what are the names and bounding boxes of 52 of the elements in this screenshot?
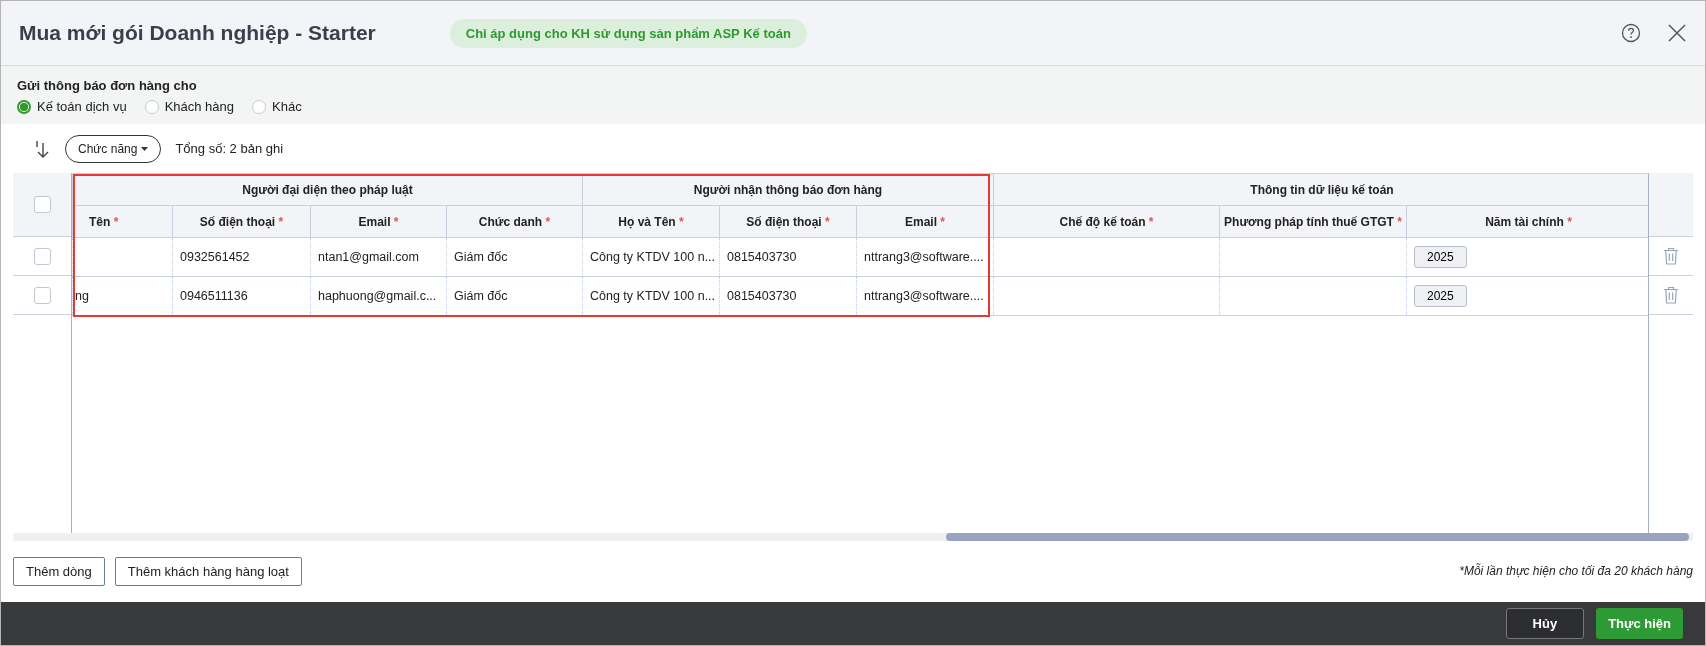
column-header: Họ và Tên * [582,205,720,238]
dialog-title: Mua mới gói Doanh nghiệp - Starter [19,21,376,45]
help-icon[interactable] [1621,23,1641,43]
notify-label: Gửi thông báo đơn hàng cho [17,78,198,93]
fiscal-year-button[interactable]: 2025 [1414,246,1467,269]
add-bulk-button[interactable]: Thêm khách hàng hàng loạt [114,556,302,586]
record-count: Tổng số: 2 bản ghi [175,141,284,157]
trash-icon[interactable] [1663,247,1679,266]
table-cell: nttrang3@software.... [864,250,984,265]
fiscal-year-button[interactable]: 2025 [1414,285,1467,308]
info-badge: Chỉ áp dụng cho KH sử dụng sản phẩm ASP Kế toán [449,18,807,48]
table-cell: ng [75,289,89,304]
submit-button[interactable]: Thực hiện [1596,607,1683,639]
table-cell: ntan1@gmail.com [318,250,419,265]
table-cell: nttrang3@software.... [864,289,984,304]
radio-option[interactable]: Khách hàng [144,99,235,114]
cancel-button[interactable]: Hủy [1505,607,1585,639]
column-header: Số điện thoại * [719,205,857,238]
limit-note: *Mỗi lần thực hiện cho tối đa 20 khách hàng [1459,564,1693,579]
row-checkbox[interactable] [33,286,51,304]
column-header: Email * [856,205,994,238]
column-header: Chế độ kế toán * [993,205,1220,238]
header-cell [1649,173,1693,238]
add-row-button[interactable]: Thêm dòng [13,556,105,586]
column-header: Email * [310,205,447,238]
column-header: Tên * [72,205,173,238]
column-header: Năm tài chính * [1406,205,1648,238]
table-cell: Công ty KTDV 100 n... [590,250,716,265]
column-group-header: Người nhận thông báo đơn hàng [582,173,994,206]
select-all-checkbox[interactable] [33,196,51,214]
column-header: Số điện thoại * [172,205,311,238]
column-group-header: Thông tin dữ liệu kế toán [993,173,1648,206]
close-icon[interactable] [1667,23,1687,43]
table-cell: Giám đốc [454,289,508,304]
table-cell: 0815403730 [727,250,797,265]
table-cell: Giám đốc [454,250,508,265]
table-cell: haphuong@gmail.c... [318,289,437,304]
horizontal-scrollbar[interactable] [13,532,1693,541]
column-header: Chức danh * [446,205,583,238]
column-group-header: Người đại diện theo pháp luật [72,173,583,206]
table-cell: 0946511136 [180,289,248,304]
caret-icon [141,146,149,151]
table-cell: Công ty KTDV 100 n... [590,289,716,304]
row-checkbox[interactable] [33,247,51,265]
radio-option[interactable]: Khác [252,99,302,114]
radio-option[interactable]: Kế toán dịch vụ [17,99,127,114]
table-cell: 0815403730 [727,289,797,304]
function-menu-button[interactable]: Chức năng [65,134,162,163]
trash-icon[interactable] [1663,286,1679,305]
sort-arrow-icon[interactable] [35,138,51,159]
column-header: Phương pháp tính thuế GTGT * [1219,205,1407,238]
table-cell: 0932561452 [180,250,250,265]
